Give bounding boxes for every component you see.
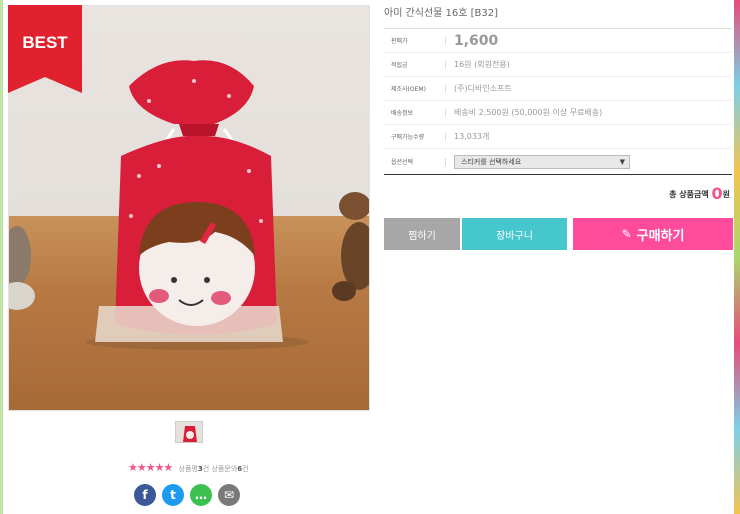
info-row-maker: 제조사(OEM) | (주)디바인소프트 (384, 77, 732, 101)
total-label: 총 상품금액 (669, 190, 709, 199)
points-label: 적립금 (391, 62, 408, 69)
row-divider: | (444, 36, 447, 45)
price-value: 1,600 (454, 32, 499, 49)
talk-share-icon[interactable]: … (190, 484, 212, 506)
qna-unit: 건 (242, 465, 249, 473)
info-row-shipping: 배송정보 | 배송비 2,500원 (50,000원 이상 무료배송) (384, 101, 732, 125)
shipping-label: 배송정보 (391, 110, 414, 117)
row-divider: | (444, 84, 447, 93)
product-title: 아미 간식선물 16호 [B32] (384, 8, 499, 19)
review-summary: ★★★★★ 상품평3건 상품문의6건 (128, 461, 249, 474)
facebook-share-icon[interactable]: f (134, 484, 156, 506)
row-divider: | (444, 60, 447, 69)
edit-icon: ✎ (621, 227, 632, 241)
shipping-value: 배송비 2,500원 (50,000원 이상 무료배송) (454, 108, 603, 117)
best-badge-label: BEST (22, 33, 68, 52)
left-border-strip (0, 0, 3, 514)
maker-value: (주)디바인소프트 (454, 84, 512, 93)
info-row-price: 판매가 | 1,600 (384, 29, 732, 53)
points-value: 16원 (회원전용) (454, 60, 510, 69)
quantity-label: 구매가능수량 (391, 134, 425, 141)
share-buttons: f t … ✉ (134, 484, 240, 506)
product-info-table: 판매가 | 1,600 적립금 | 16원 (회원전용) 제조사(OEM) | … (384, 28, 732, 175)
buy-now-button[interactable]: ✎ 구매하기 (573, 218, 733, 250)
row-divider: | (444, 108, 447, 117)
add-to-cart-button[interactable]: 장바구니 (462, 218, 567, 250)
option-select-value: 스티커를 선택하세요 (461, 157, 522, 166)
qna-label: 상품문의 (211, 465, 238, 473)
info-row-quantity: 구매가능수량 | 13,033개 (384, 125, 732, 149)
quantity-value: 13,033개 (454, 132, 490, 141)
product-page: BEST ★★★★★ 상품평3건 상품문의6건 f t … ✉ 아미 간식선물 … (0, 0, 740, 514)
twitter-share-icon[interactable]: t (162, 484, 184, 506)
info-row-option: 옵션선택 | 스티커를 선택하세요 ▼ (384, 149, 732, 175)
product-thumbnail[interactable] (175, 421, 203, 443)
row-divider: | (444, 132, 447, 141)
review-label: 상품평 (178, 465, 198, 473)
total-amount: 총 상품금액 0원 (669, 184, 730, 203)
best-badge: BEST (8, 5, 82, 93)
action-buttons: 찜하기 장바구니 ✎ 구매하기 (384, 218, 733, 250)
info-row-points: 적립금 | 16원 (회원전용) (384, 53, 732, 77)
option-select[interactable]: 스티커를 선택하세요 ▼ (454, 154, 630, 169)
review-unit: 건 (202, 465, 210, 473)
price-label: 판매가 (391, 38, 408, 45)
option-label: 옵션선택 (391, 159, 414, 166)
row-divider: | (444, 157, 447, 166)
total-unit: 원 (722, 190, 730, 199)
dropdown-arrow-icon: ▼ (619, 157, 625, 166)
total-value: 0 (711, 184, 723, 203)
rating-stars: ★★★★★ (128, 461, 173, 474)
buy-now-label: 구매하기 (636, 228, 685, 244)
maker-label: 제조사(OEM) (391, 86, 426, 93)
mail-share-icon[interactable]: ✉ (218, 484, 240, 506)
right-border-strip (734, 0, 740, 514)
wishlist-button[interactable]: 찜하기 (384, 218, 460, 250)
